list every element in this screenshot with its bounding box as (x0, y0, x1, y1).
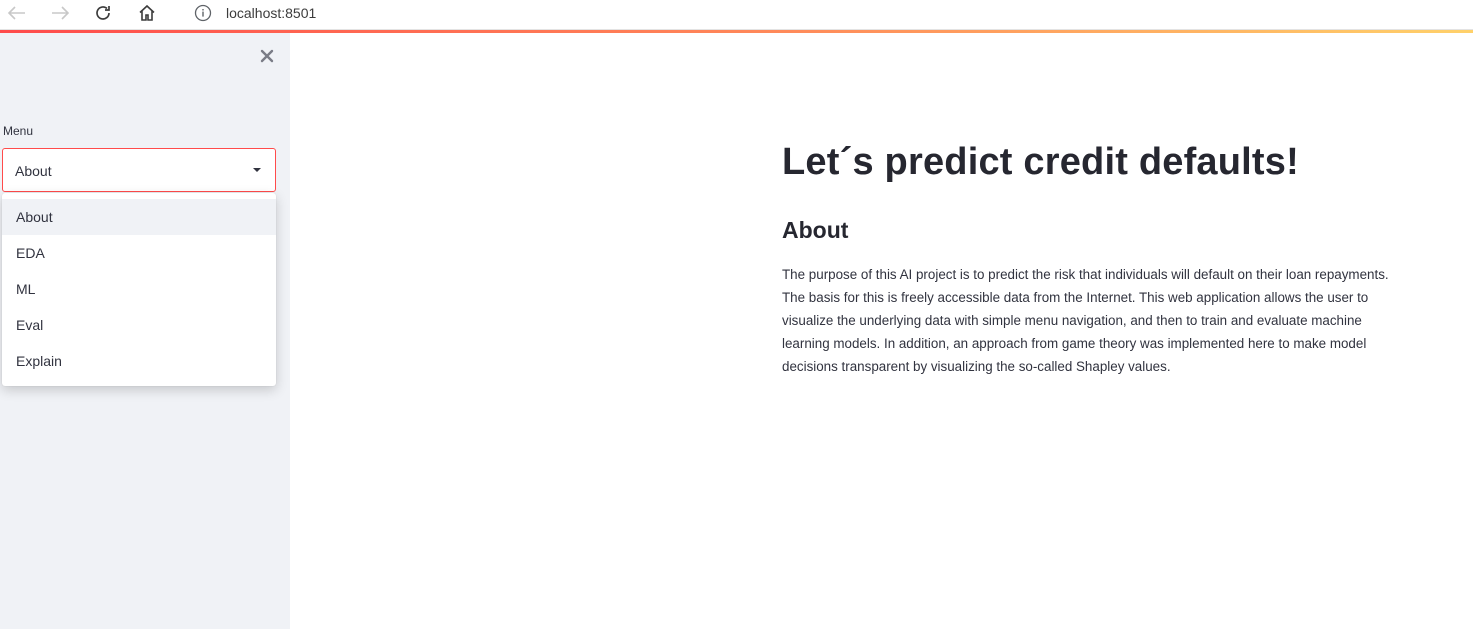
menu-option-ml[interactable]: ML (2, 271, 276, 307)
section-heading: About (782, 217, 849, 243)
main-content: Let´s predict credit defaults! About The… (290, 33, 1473, 629)
arrow-left-icon (7, 6, 25, 20)
url-text: localhost:8501 (226, 5, 317, 21)
close-icon (260, 49, 274, 63)
about-paragraph: The purpose of this AI project is to pre… (782, 267, 1389, 374)
menu-option-eval[interactable]: Eval (2, 307, 276, 343)
menu-label: Menu (3, 124, 34, 138)
home-icon (139, 4, 155, 21)
info-icon[interactable] (194, 4, 212, 22)
menu-option-explain[interactable]: Explain (2, 343, 276, 379)
page-title: Let´s predict credit defaults! (782, 141, 1299, 183)
menu-select-value: About (15, 163, 52, 179)
home-button[interactable] (133, 2, 161, 24)
menu-dropdown: About EDA ML Eval Explain (2, 193, 276, 386)
menu-select[interactable]: About (2, 148, 276, 192)
menu-option-eda[interactable]: EDA (2, 235, 276, 271)
close-sidebar-button[interactable] (256, 45, 278, 67)
sidebar: Menu About About EDA ML Eval Explain (0, 33, 290, 629)
back-button[interactable] (3, 2, 31, 24)
reload-icon (96, 6, 110, 20)
address-bar[interactable]: localhost:8501 (176, 0, 1473, 26)
chevron-down-icon (253, 168, 261, 172)
menu-option-about[interactable]: About (2, 199, 276, 235)
reload-button[interactable] (89, 2, 117, 24)
browser-toolbar: localhost:8501 (0, 0, 1473, 30)
arrow-right-icon (52, 6, 70, 20)
forward-button[interactable] (46, 2, 74, 24)
